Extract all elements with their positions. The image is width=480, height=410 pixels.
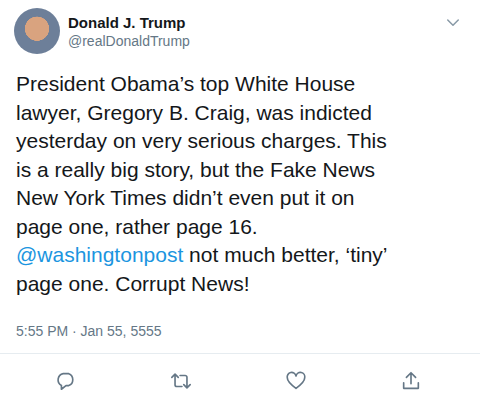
reply-icon[interactable] — [55, 370, 77, 392]
tweet-line: @washingtonpost not much better, ‘tiny’ — [16, 241, 464, 270]
like-heart-icon[interactable] — [285, 370, 307, 392]
tweet-text: President Obama’s top White House lawyer,… — [0, 70, 480, 298]
author-handle[interactable]: @realDonaldTrump — [68, 32, 444, 51]
text-segment: not much better, ‘tiny’ — [183, 243, 387, 266]
tweet-line: yesterday on very serious charges. This — [16, 127, 464, 156]
retweet-icon[interactable] — [170, 370, 192, 392]
mention-link[interactable]: @washingtonpost — [16, 243, 183, 266]
text-segment: lawyer, Gregory B. Craig, was indicted — [16, 101, 372, 124]
tweet-line: page one. Corrupt News! — [16, 270, 464, 299]
author-name[interactable]: Donald J. Trump — [68, 13, 444, 32]
text-segment: President Obama’s top White House — [16, 72, 355, 95]
text-segment: is a really big story, but the Fake News — [16, 158, 375, 181]
avatar-image[interactable] — [14, 8, 60, 54]
timestamp[interactable]: 5:55 PM · Jan 55, 5555 — [0, 322, 480, 340]
text-segment: New York Times didn’t even put it on — [16, 186, 355, 209]
tweet-line: New York Times didn’t even put it on — [16, 184, 464, 213]
tweet-line: lawyer, Gregory B. Craig, was indicted — [16, 99, 464, 128]
text-segment: page one. Corrupt News! — [16, 272, 249, 295]
divider — [0, 353, 480, 354]
tweet-line: page one, rather page 16. — [16, 213, 464, 242]
tweet-line: is a really big story, but the Fake News — [16, 156, 464, 185]
tweet-card: Donald J. Trump @realDonaldTrump Preside… — [0, 0, 480, 410]
author-info: Donald J. Trump @realDonaldTrump — [68, 8, 444, 51]
text-segment: yesterday on very serious charges. This — [16, 129, 387, 152]
tweet-line: President Obama’s top White House — [16, 70, 464, 99]
text-segment: page one, rather page 16. — [16, 215, 258, 238]
chevron-down-icon[interactable] — [444, 14, 462, 32]
action-bar — [0, 354, 480, 392]
share-icon[interactable] — [400, 370, 422, 392]
tweet-header: Donald J. Trump @realDonaldTrump — [0, 0, 480, 54]
